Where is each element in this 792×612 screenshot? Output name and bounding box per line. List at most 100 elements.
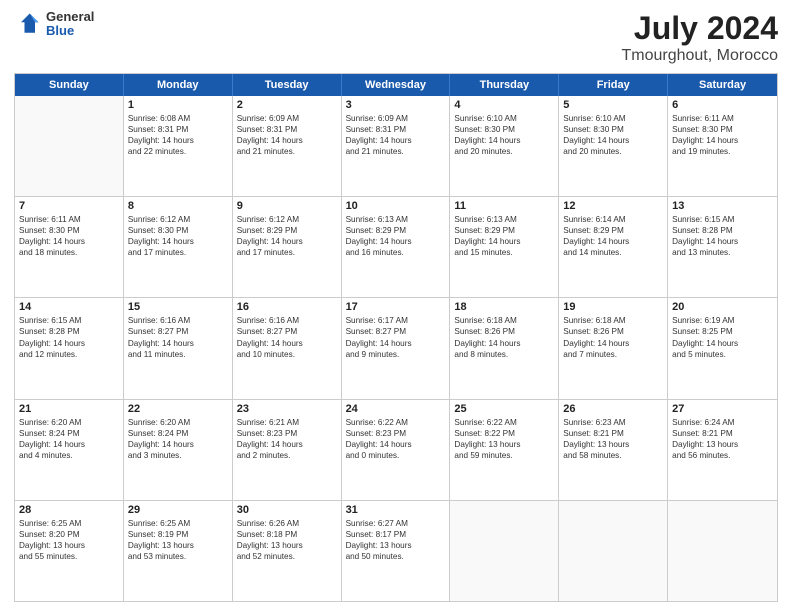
day-number: 4 <box>454 99 554 111</box>
cell-data-line: and 13 minutes. <box>672 247 773 258</box>
cell-data-line: Daylight: 14 hours <box>237 236 337 247</box>
cell-data-line: Sunset: 8:29 PM <box>237 225 337 236</box>
day-number: 23 <box>237 403 337 415</box>
cell-data-line: and 2 minutes. <box>237 450 337 461</box>
cell-data-line: Daylight: 14 hours <box>128 439 228 450</box>
cell-data-line: Sunrise: 6:17 AM <box>346 315 446 326</box>
calendar-week: 14Sunrise: 6:15 AMSunset: 8:28 PMDayligh… <box>15 298 777 399</box>
cell-data-line: Sunset: 8:18 PM <box>237 529 337 540</box>
calendar-cell: 29Sunrise: 6:25 AMSunset: 8:19 PMDayligh… <box>124 501 233 601</box>
cal-header-cell: Saturday <box>668 74 777 96</box>
cell-data-line: Sunset: 8:24 PM <box>128 428 228 439</box>
cell-data-line: Daylight: 14 hours <box>19 338 119 349</box>
cal-header-cell: Wednesday <box>342 74 451 96</box>
calendar-cell: 30Sunrise: 6:26 AMSunset: 8:18 PMDayligh… <box>233 501 342 601</box>
cell-data-line: and 58 minutes. <box>563 450 663 461</box>
calendar-cell: 9Sunrise: 6:12 AMSunset: 8:29 PMDaylight… <box>233 197 342 297</box>
day-number: 22 <box>128 403 228 415</box>
cell-data-line: and 52 minutes. <box>237 551 337 562</box>
cell-data-line: and 5 minutes. <box>672 349 773 360</box>
logo-blue: Blue <box>46 24 94 38</box>
cell-data-line: and 3 minutes. <box>128 450 228 461</box>
calendar-cell: 14Sunrise: 6:15 AMSunset: 8:28 PMDayligh… <box>15 298 124 398</box>
day-number: 28 <box>19 504 119 516</box>
cell-data-line: Daylight: 14 hours <box>346 338 446 349</box>
logo-icon <box>14 10 42 38</box>
header: General Blue July 2024 Tmourghout, Moroc… <box>14 10 778 65</box>
cell-data-line: Daylight: 14 hours <box>346 135 446 146</box>
cell-data-line: Sunset: 8:22 PM <box>454 428 554 439</box>
day-number: 12 <box>563 200 663 212</box>
cell-data-line: Daylight: 14 hours <box>563 338 663 349</box>
calendar-cell: 26 Sunrise: 6:23 AMSunset: 8:21 PMDayligh… <box>559 400 668 500</box>
calendar-cell: 4Sunrise: 6:10 AMSunset: 8:30 PMDaylight… <box>450 96 559 196</box>
cell-data-line: Sunrise: 6:09 AM <box>346 113 446 124</box>
cell-data-line: Daylight: 13 hours <box>563 439 663 450</box>
calendar-cell: 22Sunrise: 6:20 AMSunset: 8:24 PMDayligh… <box>124 400 233 500</box>
calendar-cell: 13Sunrise: 6:15 AMSunset: 8:28 PMDayligh… <box>668 197 777 297</box>
day-number: 10 <box>346 200 446 212</box>
cell-data-line: Sunset: 8:26 PM <box>454 326 554 337</box>
cell-data-line: Sunrise: 6:16 AM <box>237 315 337 326</box>
calendar-cell: 27Sunrise: 6:24 AMSunset: 8:21 PMDayligh… <box>668 400 777 500</box>
cell-data-line: Sunset: 8:25 PM <box>672 326 773 337</box>
cell-data-line: Sunset: 8:20 PM <box>19 529 119 540</box>
cal-header-cell: Friday <box>559 74 668 96</box>
calendar-cell: 15Sunrise: 6:16 AMSunset: 8:27 PMDayligh… <box>124 298 233 398</box>
calendar-week: 1Sunrise: 6:08 AMSunset: 8:31 PMDaylight… <box>15 96 777 197</box>
cell-data-line: Sunset: 8:30 PM <box>563 124 663 135</box>
day-number: 21 <box>19 403 119 415</box>
cell-data-line: Sunrise: 6:23 AM <box>563 417 663 428</box>
cell-data-line: Sunrise: 6:20 AM <box>19 417 119 428</box>
cal-header-cell: Monday <box>124 74 233 96</box>
day-number: 13 <box>672 200 773 212</box>
cell-data-line: Sunset: 8:27 PM <box>237 326 337 337</box>
cell-data-line: Sunset: 8:31 PM <box>346 124 446 135</box>
day-number: 1 <box>128 99 228 111</box>
cell-data-line: and 11 minutes. <box>128 349 228 360</box>
cell-data-line: and 9 minutes. <box>346 349 446 360</box>
cell-data-line: and 14 minutes. <box>563 247 663 258</box>
day-number: 7 <box>19 200 119 212</box>
cell-data-line: Sunrise: 6:22 AM <box>346 417 446 428</box>
day-number: 14 <box>19 301 119 313</box>
cell-data-line: Daylight: 14 hours <box>237 135 337 146</box>
cell-data-line: and 8 minutes. <box>454 349 554 360</box>
cell-data-line: and 0 minutes. <box>346 450 446 461</box>
main-title: July 2024 <box>621 10 778 47</box>
calendar-cell: 12Sunrise: 6:14 AMSunset: 8:29 PMDayligh… <box>559 197 668 297</box>
calendar-cell: 2Sunrise: 6:09 AMSunset: 8:31 PMDaylight… <box>233 96 342 196</box>
calendar-header-row: SundayMondayTuesdayWednesdayThursdayFrid… <box>15 74 777 96</box>
day-number: 6 <box>672 99 773 111</box>
calendar-cell: 31Sunrise: 6:27 AMSunset: 8:17 PMDayligh… <box>342 501 451 601</box>
cell-data-line: Daylight: 14 hours <box>454 338 554 349</box>
cell-data-line: Daylight: 14 hours <box>672 338 773 349</box>
cell-data-line: and 18 minutes. <box>19 247 119 258</box>
cell-data-line: Sunset: 8:21 PM <box>563 428 663 439</box>
calendar-cell <box>450 501 559 601</box>
cell-data-line: Sunrise: 6:10 AM <box>563 113 663 124</box>
cell-data-line: Sunset: 8:26 PM <box>563 326 663 337</box>
calendar-cell: 5Sunrise: 6:10 AMSunset: 8:30 PMDaylight… <box>559 96 668 196</box>
cell-data-line: Sunrise: 6:10 AM <box>454 113 554 124</box>
cell-data-line: Sunrise: 6:21 AM <box>237 417 337 428</box>
cell-data-line: Sunset: 8:27 PM <box>346 326 446 337</box>
day-number: 27 <box>672 403 773 415</box>
cell-data-line: Daylight: 14 hours <box>563 135 663 146</box>
cell-data-line: Sunrise: 6:13 AM <box>454 214 554 225</box>
day-number: 26 <box>563 403 663 415</box>
calendar-cell <box>559 501 668 601</box>
cell-data-line: and 20 minutes. <box>454 146 554 157</box>
logo: General Blue <box>14 10 94 39</box>
calendar-cell: 24Sunrise: 6:22 AMSunset: 8:23 PMDayligh… <box>342 400 451 500</box>
cell-data-line: and 53 minutes. <box>128 551 228 562</box>
day-number: 17 <box>346 301 446 313</box>
day-number: 30 <box>237 504 337 516</box>
calendar-cell: 23Sunrise: 6:21 AMSunset: 8:23 PMDayligh… <box>233 400 342 500</box>
cell-data-line: Sunset: 8:29 PM <box>454 225 554 236</box>
cell-data-line: Daylight: 14 hours <box>346 236 446 247</box>
cell-data-line: Sunset: 8:31 PM <box>128 124 228 135</box>
cell-data-line: Sunset: 8:28 PM <box>672 225 773 236</box>
cell-data-line: Sunset: 8:29 PM <box>346 225 446 236</box>
day-number: 15 <box>128 301 228 313</box>
